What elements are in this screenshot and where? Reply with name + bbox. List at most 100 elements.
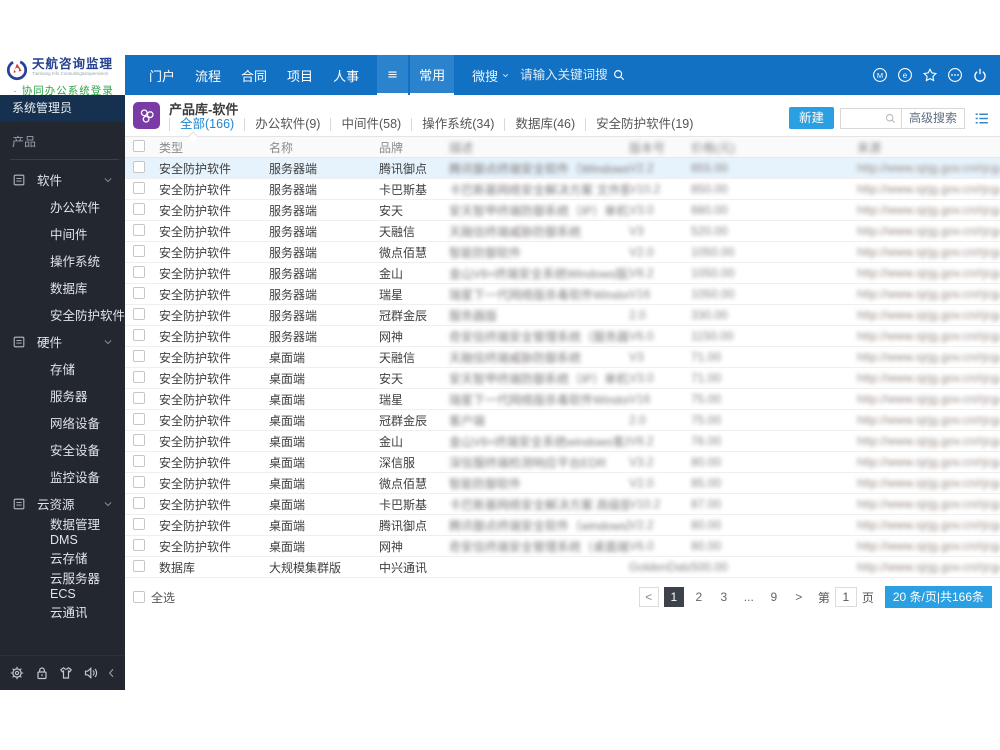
cell-price: 87.00	[691, 497, 722, 511]
more-circle-icon[interactable]	[947, 67, 963, 83]
table-row[interactable]: 安全防护软件 桌面端 卡巴斯基 卡巴斯基网络安全解决方案 高级版工作站（桌...…	[125, 494, 1000, 515]
table-row[interactable]: 安全防护软件 桌面端 网神 奇安信终端安全管理系统（桌面端） V6.0 80.0…	[125, 536, 1000, 557]
sidebar-item[interactable]: 操作系统	[0, 247, 125, 274]
nav-item[interactable]: 流程	[185, 66, 231, 85]
row-checkbox[interactable]	[133, 391, 145, 404]
table-row[interactable]: 安全防护软件 桌面端 安天 安天智甲终端防御系统（IP）单机版 V3.0 71.…	[125, 368, 1000, 389]
theme-icon[interactable]	[58, 665, 74, 681]
page-number-button[interactable]: 1	[663, 587, 684, 607]
table-row[interactable]: 数据库 大规模集群版 中兴通讯 GoldenData s... 500.00 h…	[125, 557, 1000, 578]
table-row[interactable]: 安全防护软件 桌面端 深信服 深信服终端检测响应平台EDR V3.2 80.00…	[125, 452, 1000, 473]
sidebar-item[interactable]: 监控设备	[0, 463, 125, 490]
sidebar-item[interactable]: 数据库	[0, 274, 125, 301]
row-checkbox[interactable]	[133, 223, 145, 236]
next-page-button[interactable]: >	[789, 587, 809, 607]
tab-category[interactable]: 操作系统(34)	[411, 118, 504, 131]
sidebar-item[interactable]: 云存储	[0, 544, 125, 571]
row-checkbox[interactable]	[133, 328, 145, 341]
apps-menu-button[interactable]	[377, 55, 409, 95]
row-checkbox[interactable]	[133, 475, 145, 488]
row-checkbox[interactable]	[133, 265, 145, 278]
favorites-menu-button[interactable]: 常用	[410, 55, 455, 95]
table-row[interactable]: 安全防护软件 桌面端 金山 金山V8+终端安全系统windows客户端 V8.2…	[125, 431, 1000, 452]
prev-page-button[interactable]: <	[638, 587, 659, 607]
sidebar-item[interactable]: 云通讯	[0, 598, 125, 625]
row-checkbox[interactable]	[133, 559, 145, 572]
table-row[interactable]: 安全防护软件 服务器端 安天 安天智甲终端防御系统（IP）单机版 V3.0 88…	[125, 200, 1000, 221]
table-row[interactable]: 安全防护软件 服务器端 卡巴斯基 卡巴斯基网络安全解决方案 文件服务器防护（服.…	[125, 179, 1000, 200]
global-search-input[interactable]	[520, 68, 613, 82]
favorite-star-icon[interactable]	[922, 67, 938, 83]
advanced-search-button[interactable]: 高级搜索	[900, 107, 965, 129]
table-row[interactable]: 安全防护软件 服务器端 微点佰慧 智能防御软件 V2.0 1050.00 htt…	[125, 242, 1000, 263]
sidebar-item[interactable]: 服务器	[0, 382, 125, 409]
page-size-total-badge[interactable]: 20 条/页|共166条	[884, 586, 992, 608]
row-checkbox[interactable]	[133, 160, 145, 173]
row-checkbox[interactable]	[133, 454, 145, 467]
row-checkbox[interactable]	[133, 412, 145, 425]
table-row[interactable]: 安全防护软件 服务器端 腾讯御点 腾讯御点终端安全软件（Windows版） V2…	[125, 158, 1000, 179]
table-row[interactable]: 安全防护软件 桌面端 瑞星 瑞星下一代网络版杀毒软件Windows客户端 V16…	[125, 389, 1000, 410]
sidebar-item[interactable]: 数据管理DMS	[0, 517, 125, 547]
nav-item[interactable]: 合同	[231, 66, 277, 85]
row-checkbox[interactable]	[133, 181, 145, 194]
table-row[interactable]: 安全防护软件 桌面端 天融信 天融信终端威胁防御系统 V3 71.00 http…	[125, 347, 1000, 368]
search-scope-dropdown[interactable]: 微搜	[472, 66, 510, 85]
collapse-icon[interactable]	[108, 668, 116, 678]
nav-item[interactable]: 人事	[323, 66, 369, 85]
table-row[interactable]: 安全防护软件 桌面端 微点佰慧 智能防御软件 V2.0 85.00 http:/…	[125, 473, 1000, 494]
role-header[interactable]: 系统管理员	[0, 95, 125, 122]
page-number-button[interactable]: 2	[689, 587, 709, 607]
page-number-button[interactable]: ...	[739, 587, 759, 607]
row-checkbox[interactable]	[133, 433, 145, 446]
select-all-checkbox[interactable]	[133, 591, 145, 603]
sidebar-item[interactable]: 网络设备	[0, 409, 125, 436]
table-row[interactable]: 安全防护软件 服务器端 金山 金山V8+终端安全系统Windows版服务器端 V…	[125, 263, 1000, 284]
tab-category[interactable]: 中间件(58)	[330, 118, 411, 131]
header-checkbox[interactable]	[133, 139, 145, 152]
row-checkbox[interactable]	[133, 307, 145, 320]
page-jump-input[interactable]: 1	[834, 587, 857, 607]
tab-category[interactable]: 办公软件(9)	[244, 118, 330, 131]
row-checkbox[interactable]	[133, 286, 145, 299]
sidebar-item[interactable]: 软件	[0, 166, 125, 193]
row-checkbox[interactable]	[133, 496, 145, 509]
page-number-button[interactable]: 9	[764, 587, 784, 607]
sidebar-item[interactable]: 中间件	[0, 220, 125, 247]
row-checkbox[interactable]	[133, 517, 145, 530]
table-row[interactable]: 安全防护软件 桌面端 冠群金辰 客户端 2.0 75.00 http://www…	[125, 410, 1000, 431]
row-checkbox[interactable]	[133, 349, 145, 362]
search-icon[interactable]	[612, 68, 626, 82]
table-row[interactable]: 安全防护软件 服务器端 冠群金辰 服务器版 2.0 330.00 http://…	[125, 305, 1000, 326]
sound-icon[interactable]	[83, 665, 99, 681]
row-checkbox[interactable]	[133, 370, 145, 383]
sidebar-item[interactable]: 办公软件	[0, 193, 125, 220]
table-row[interactable]: 安全防护软件 服务器端 网神 奇安信终端安全管理系统（服务器端） V6.0 11…	[125, 326, 1000, 347]
table-row[interactable]: 安全防护软件 服务器端 瑞星 瑞星下一代网络版杀毒软件Windows服务器端 V…	[125, 284, 1000, 305]
sidebar-item[interactable]: 云资源	[0, 490, 125, 517]
sidebar-item[interactable]: 硬件	[0, 328, 125, 355]
select-all-control[interactable]: 全选	[133, 589, 175, 606]
page-number-button[interactable]: 3	[714, 587, 734, 607]
row-checkbox[interactable]	[133, 244, 145, 257]
lock-icon[interactable]	[34, 665, 50, 681]
sidebar-item[interactable]: 存储	[0, 355, 125, 382]
m-badge-icon[interactable]: M	[872, 67, 888, 83]
sidebar-item[interactable]: 安全防护软件	[0, 301, 125, 328]
sidebar-item[interactable]: 云服务器ECS	[0, 571, 125, 601]
tab-category[interactable]: 全部(166)	[169, 118, 244, 131]
nav-item[interactable]: 门户	[139, 66, 185, 85]
column-settings-icon[interactable]	[973, 110, 990, 127]
row-checkbox[interactable]	[133, 538, 145, 551]
table-row[interactable]: 安全防护软件 服务器端 天融信 天融信终端威胁防御系统 V3 520.00 ht…	[125, 221, 1000, 242]
create-new-button[interactable]: 新建	[788, 107, 834, 129]
row-checkbox[interactable]	[133, 202, 145, 215]
settings-icon[interactable]	[9, 665, 25, 681]
tab-category[interactable]: 数据库(46)	[504, 118, 585, 131]
power-icon[interactable]	[972, 67, 988, 83]
table-row[interactable]: 安全防护软件 桌面端 腾讯御点 腾讯御点终端安全软件（windows版）V2.2…	[125, 515, 1000, 536]
message-icon[interactable]: e	[897, 67, 913, 83]
nav-item[interactable]: 项目	[277, 66, 323, 85]
sidebar-item[interactable]: 安全设备	[0, 436, 125, 463]
tab-category[interactable]: 安全防护软件(19)	[585, 118, 703, 131]
